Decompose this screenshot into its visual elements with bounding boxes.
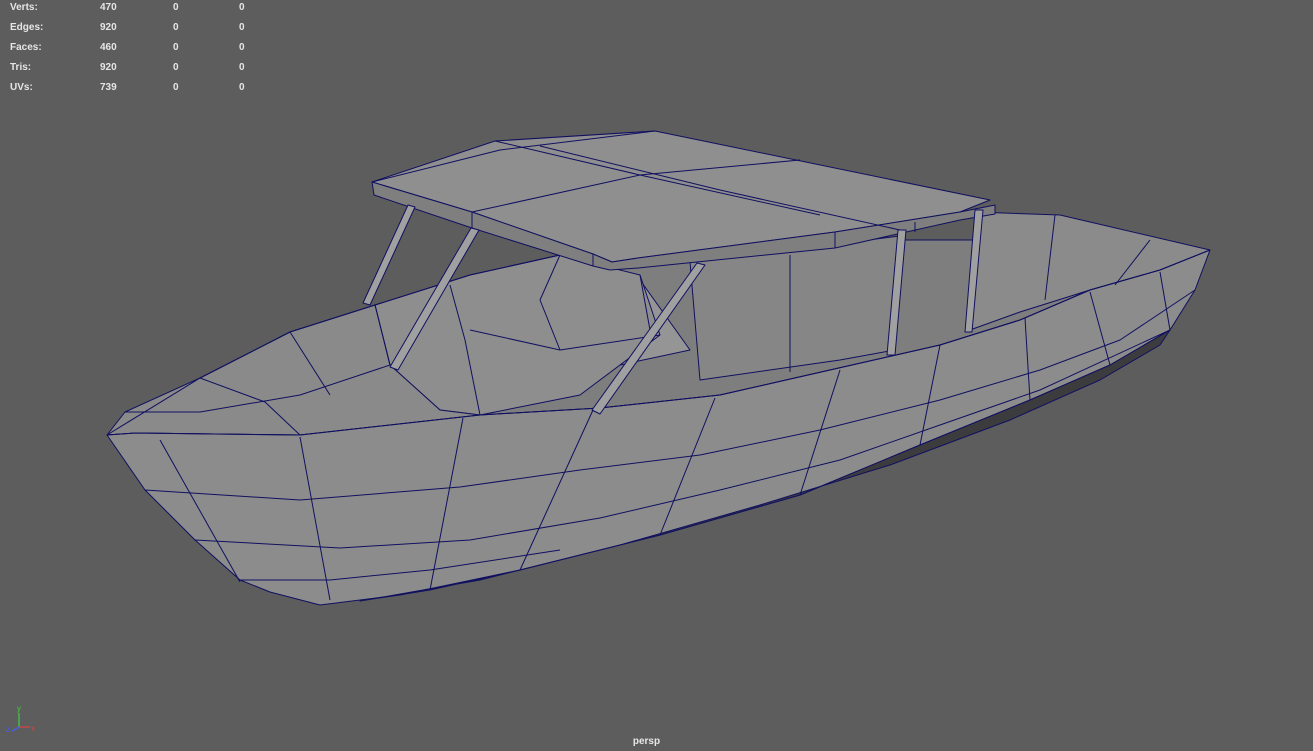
hud-value: 0	[239, 2, 245, 13]
axis-gizmo-icon: y x z	[6, 704, 35, 734]
hud-label: Tris:	[10, 62, 32, 73]
hud-value: 0	[173, 62, 179, 73]
axis-z-label: z	[6, 725, 10, 734]
hud-value: 0	[239, 42, 245, 53]
hud-value: 470	[100, 2, 117, 13]
hud-value: 0	[173, 22, 179, 33]
hud-row-edges: Edges: 920 0 0	[10, 21, 269, 41]
hud-value: 920	[100, 62, 117, 73]
hud-row-tris: Tris: 920 0 0	[10, 61, 269, 81]
canopy-post	[362, 204, 416, 306]
hud-value: 0	[173, 42, 179, 53]
hud-value: 0	[239, 82, 245, 93]
hud-label: Edges:	[10, 22, 44, 33]
poly-count-hud: Verts: 470 0 0 Edges: 920 0 0 Faces: 460…	[10, 1, 269, 101]
camera-name-label: persp	[632, 736, 661, 747]
hud-value: 920	[100, 22, 117, 33]
hud-row-faces: Faces: 460 0 0	[10, 41, 269, 61]
hud-label: UVs:	[10, 82, 33, 93]
hud-value: 0	[173, 82, 179, 93]
axis-y-label: y	[17, 704, 21, 713]
hud-label: Verts:	[10, 2, 38, 13]
hud-value: 460	[100, 42, 117, 53]
hud-value: 739	[100, 82, 117, 93]
hud-row-uvs: UVs: 739 0 0	[10, 81, 269, 101]
hud-value: 0	[239, 22, 245, 33]
boat-mesh[interactable]	[106, 130, 1211, 606]
viewport-3d[interactable]	[0, 0, 1313, 751]
axis-x-label: x	[31, 724, 35, 733]
hud-label: Faces:	[10, 42, 42, 53]
hud-value: 0	[173, 2, 179, 13]
hud-row-verts: Verts: 470 0 0	[10, 1, 269, 21]
hud-value: 0	[239, 62, 245, 73]
